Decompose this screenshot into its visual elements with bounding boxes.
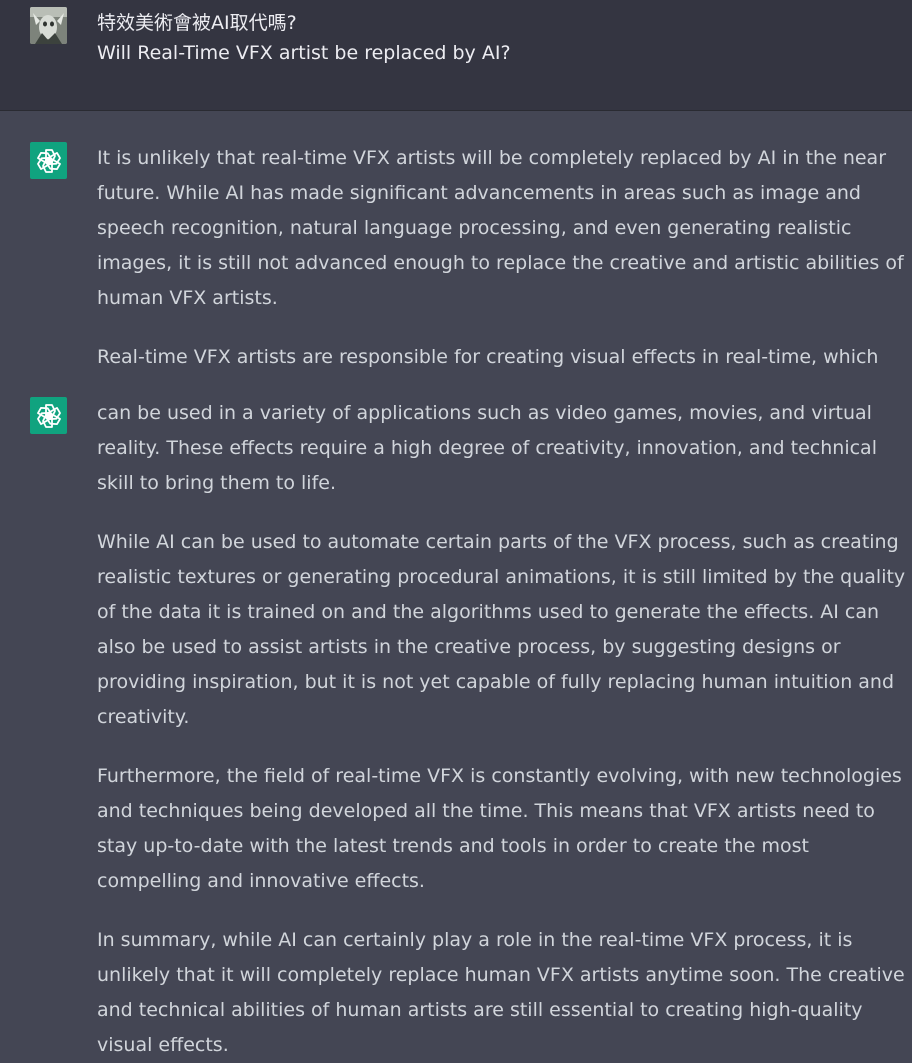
assistant-paragraph: Real-time VFX artists are responsible fo… (97, 346, 879, 368)
openai-logo-icon (36, 403, 61, 428)
assistant-paragraph: In summary, while AI can certainly play … (97, 929, 905, 1056)
assistant-paragraph: It is unlikely that real-time VFX artist… (97, 147, 904, 309)
assistant-message-area: It is unlikely that real-time VFX artist… (0, 111, 912, 1056)
assistant-avatar (30, 397, 67, 434)
openai-logo-icon (36, 148, 61, 173)
assistant-message-1: It is unlikely that real-time VFX artist… (97, 141, 909, 375)
user-message-row: 特效美術會被AI取代嗎? Will Real-Time VFX artist b… (0, 0, 912, 111)
assistant-avatar (30, 142, 67, 179)
user-message-line-zh: 特效美術會被AI取代嗎? (97, 12, 297, 34)
user-avatar-photo (30, 7, 67, 44)
user-message-text: 特效美術會被AI取代嗎? Will Real-Time VFX artist b… (97, 8, 511, 68)
user-avatar (30, 7, 67, 44)
assistant-message-2: can be used in a variety of applications… (97, 396, 909, 1063)
assistant-paragraph: Furthermore, the field of real-time VFX … (97, 765, 902, 892)
assistant-paragraph: While AI can be used to automate certain… (97, 531, 906, 728)
assistant-paragraph: can be used in a variety of applications… (97, 402, 877, 494)
user-message-line-en: Will Real-Time VFX artist be replaced by… (97, 42, 511, 64)
